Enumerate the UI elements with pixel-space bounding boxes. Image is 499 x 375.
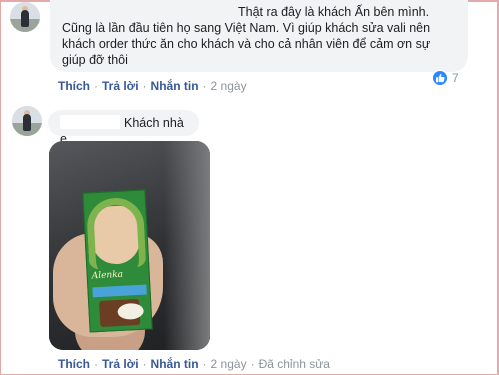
reaction-count-label: 7 — [452, 71, 459, 85]
comment-timestamp[interactable]: 2 ngày — [211, 79, 247, 93]
comment-bubble: Khách nhà e — [48, 110, 199, 146]
redacted-name — [60, 115, 120, 129]
comment-actions: Thích · Trả lời · Nhắn tin · 2 ngày — [58, 79, 247, 93]
comment-actions: Thích · Trả lời · Nhắn tin · 2 ngày · Đã chỉnh s… — [58, 357, 330, 371]
comment-photo[interactable]: Alenka — [49, 141, 210, 350]
like-link[interactable]: Thích — [58, 79, 90, 93]
like-icon — [432, 70, 448, 86]
reaction-count[interactable]: 7 — [432, 69, 459, 87]
comment-text-line: khách order thức ăn cho khách và cho cả … — [62, 37, 431, 51]
comment-text-line: Thật ra đây là khách Ấn bên mình. — [238, 5, 430, 19]
comment-bubble: Thật ra đây là khách Ấn bên mình. Cũng l… — [50, 0, 468, 72]
comment-text-line: Cũng là lần đầu tiên họ sang Việt Nam. V… — [62, 21, 431, 35]
comment-text-line: giúp đỡ thôi — [62, 53, 128, 67]
like-link[interactable]: Thích — [58, 357, 90, 371]
comment-timestamp[interactable]: 2 ngày — [211, 357, 247, 371]
avatar[interactable] — [12, 106, 42, 136]
message-link[interactable]: Nhắn tin — [151, 357, 199, 371]
edited-label[interactable]: Đã chỉnh sửa — [259, 357, 330, 371]
message-link[interactable]: Nhắn tin — [151, 79, 199, 93]
reply-link[interactable]: Trả lời — [102, 357, 139, 371]
avatar[interactable] — [10, 2, 40, 32]
chocolate-bar-image: Alenka — [82, 189, 153, 333]
reply-link[interactable]: Trả lời — [102, 79, 139, 93]
photo-brand-text: Alenka — [91, 269, 124, 282]
